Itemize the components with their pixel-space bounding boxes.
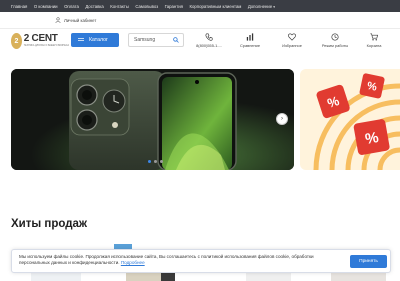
nav-payment[interactable]: Оплата — [64, 4, 79, 9]
compare-link[interactable]: Сравнение — [230, 32, 270, 50]
pagination-dot[interactable] — [154, 160, 157, 163]
nav-more-label: Дополнение — [247, 3, 273, 9]
account-bar: Личный кабинет — [0, 12, 400, 28]
top-navigation: Главная О компании Оплата Доставка Конта… — [0, 0, 400, 12]
hours-label: Режим работы — [321, 43, 349, 48]
nav-warranty[interactable]: Гарантия — [165, 4, 183, 9]
promo-banner[interactable]: % % % — [300, 69, 400, 170]
user-icon — [55, 17, 61, 23]
cookie-banner: Мы используем файлы cookie. Продолжая ис… — [11, 249, 391, 273]
search-icon[interactable] — [173, 37, 179, 43]
header-divider — [0, 28, 400, 29]
logo-badge: 2 — [11, 33, 22, 49]
discount-dice-image: % % % — [313, 73, 400, 170]
catalog-label: Каталог — [89, 37, 108, 43]
pagination-dot[interactable] — [148, 160, 151, 163]
phone-product-image — [11, 69, 294, 170]
phone-icon — [205, 33, 213, 41]
nav-more[interactable]: Дополнение▾ — [248, 4, 275, 9]
accept-cookies-button[interactable]: Принять — [350, 255, 387, 268]
chevron-down-icon: ▾ — [273, 4, 275, 9]
chevron-right-icon: › — [281, 116, 283, 122]
banner-next-button[interactable]: › — [276, 113, 288, 125]
cookie-message: Мы используем файлы cookie. Продолжая ис… — [19, 254, 314, 266]
heart-icon — [288, 33, 296, 41]
nav-about[interactable]: О компании — [34, 4, 58, 9]
logo[interactable]: 2 2 CENT ТЕХНИКА ДЛЯ ВАС И ВАШЕГО БИЗНЕС… — [11, 32, 69, 50]
logo-tagline: ТЕХНИКА ДЛЯ ВАС И ВАШЕГО БИЗНЕСА — [23, 45, 69, 48]
hours-link[interactable]: Режим работы — [315, 32, 355, 50]
favorites-link[interactable]: Избранное — [272, 32, 312, 50]
cart-label: Корзина — [366, 43, 382, 48]
compare-icon — [246, 33, 254, 41]
account-link[interactable]: Личный кабинет — [64, 18, 96, 23]
phone-label: 8(800)555-1-... — [196, 43, 222, 48]
menu-icon — [78, 37, 84, 43]
compare-label: Сравнение — [239, 43, 260, 48]
nav-home[interactable]: Главная — [11, 4, 27, 9]
section-title: Хиты продаж — [11, 218, 88, 230]
cookie-details-link[interactable]: Подробнее — [121, 260, 145, 265]
banner-pagination — [148, 160, 163, 163]
logo-name: 2 CENT — [23, 33, 58, 45]
hero-banner[interactable] — [11, 69, 294, 170]
catalog-button[interactable]: Каталог — [71, 33, 119, 47]
nav-corporate[interactable]: Корпоративным клиентам — [190, 4, 242, 9]
nav-pickup[interactable]: Самовывоз — [135, 4, 158, 9]
pagination-dot[interactable] — [160, 160, 163, 163]
nav-contacts[interactable]: Контакты — [110, 4, 129, 9]
search-box — [128, 33, 184, 47]
cart-link[interactable]: Корзина — [354, 32, 394, 50]
cart-icon — [370, 33, 378, 41]
clock-icon — [331, 33, 339, 41]
phone-link[interactable]: 8(800)555-1-... — [189, 32, 229, 50]
favorites-label: Избранное — [282, 43, 302, 48]
nav-delivery[interactable]: Доставка — [85, 4, 103, 9]
search-input[interactable] — [134, 37, 170, 43]
